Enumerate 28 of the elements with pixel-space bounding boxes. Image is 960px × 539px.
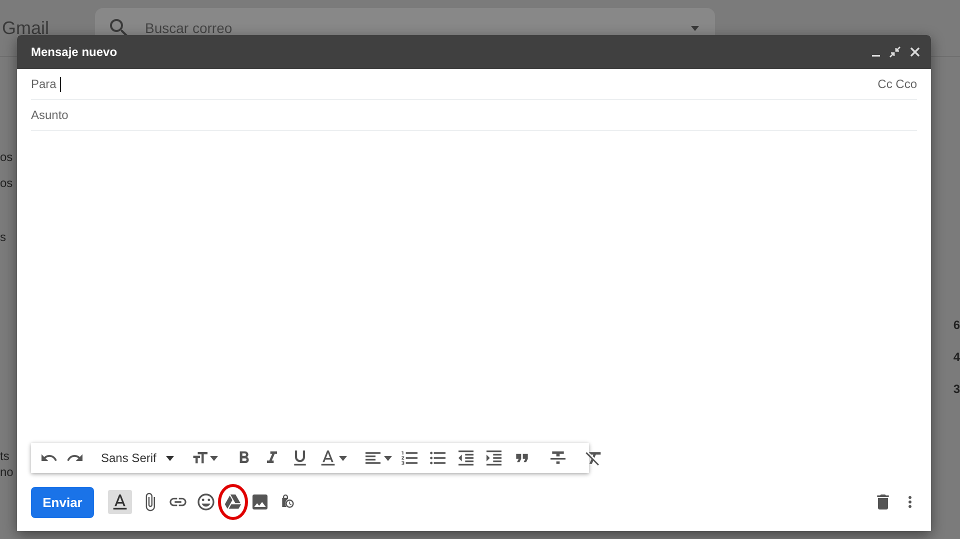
formatting-toggle[interactable] <box>108 490 132 514</box>
list-text-fragment: ts <box>0 449 10 463</box>
cc-bcc-link[interactable]: Cc Cco <box>878 77 917 91</box>
recipient-field[interactable]: Para <box>31 76 878 92</box>
font-dropdown[interactable]: Sans Serif <box>97 451 178 465</box>
indent-icon[interactable] <box>484 448 504 468</box>
list-text-fragment: s <box>0 230 7 244</box>
caret-icon <box>691 26 700 30</box>
caret-icon <box>166 456 174 460</box>
list-text-fragment: os <box>0 150 14 164</box>
outdent-icon[interactable] <box>456 448 476 468</box>
caret-icon <box>384 456 392 460</box>
list-text-fragment: os <box>0 176 14 190</box>
count-text-fragment: 4 <box>953 350 960 364</box>
subject-field[interactable]: Asunto <box>31 100 917 131</box>
window-title: Mensaje nuevo <box>31 45 118 59</box>
close-icon[interactable] <box>909 46 921 58</box>
image-icon[interactable] <box>250 492 270 512</box>
drive-icon[interactable] <box>224 493 242 511</box>
exit-fullscreen-icon[interactable] <box>889 46 901 58</box>
caret-icon <box>210 456 218 460</box>
emoji-icon[interactable] <box>196 492 216 512</box>
list-text-fragment: no <box>0 465 14 479</box>
app-logo: Gmail <box>2 18 50 38</box>
count-text-fragment: 3 <box>953 382 960 396</box>
send-button[interactable]: Enviar <box>31 486 94 518</box>
count-text-fragment: 6 <box>953 318 960 332</box>
caret-icon <box>339 456 348 460</box>
